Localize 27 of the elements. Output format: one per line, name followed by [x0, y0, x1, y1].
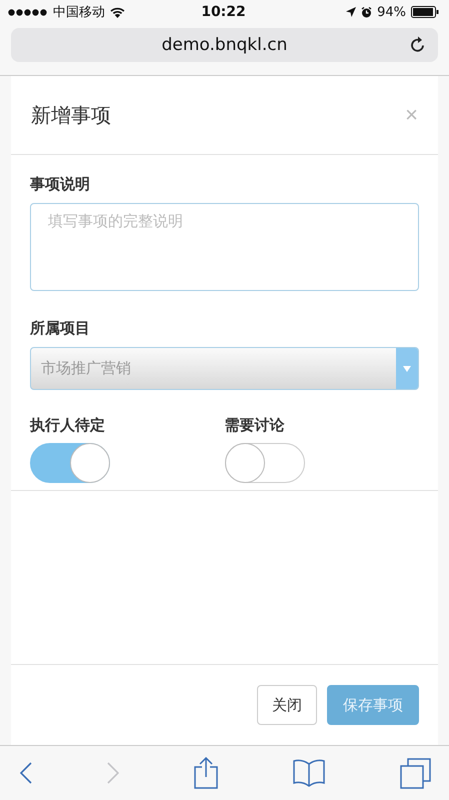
description-field[interactable]: 填写事项的完整说明: [30, 203, 419, 291]
bookmarks-icon[interactable]: [293, 759, 325, 787]
alarm-icon: [361, 6, 372, 18]
address-field[interactable]: demo.bnqkl.cn: [11, 28, 438, 62]
carrier-name: 中国移动: [53, 4, 105, 21]
tabs-icon[interactable]: [400, 758, 431, 788]
location-icon: [346, 7, 356, 17]
battery-percent: 94%: [377, 4, 406, 20]
share-icon[interactable]: [194, 757, 218, 789]
close-dialog-button[interactable]: 关闭: [257, 685, 317, 725]
toggle-switch[interactable]: [30, 443, 110, 483]
project-select[interactable]: 市场推广营销: [30, 347, 419, 390]
caret-icon: [403, 366, 411, 372]
close-button[interactable]: ×: [405, 102, 418, 128]
wifi-icon: [110, 6, 125, 18]
toggle-switch[interactable]: [224, 443, 304, 483]
toggle-label: 需要讨论: [224, 416, 286, 435]
field-label: 事项说明: [30, 175, 91, 194]
reload-icon[interactable]: [410, 36, 426, 53]
clock: 10:22: [201, 4, 246, 20]
save-button[interactable]: 保存事项: [327, 685, 419, 725]
toggle-label: 执行人待定: [30, 416, 106, 435]
back-icon[interactable]: [20, 762, 32, 784]
signal-icon: [8, 8, 48, 16]
dialog-title: 新增事项: [31, 102, 111, 128]
field-label: 所属项目: [30, 319, 91, 338]
battery-icon: [410, 6, 439, 18]
